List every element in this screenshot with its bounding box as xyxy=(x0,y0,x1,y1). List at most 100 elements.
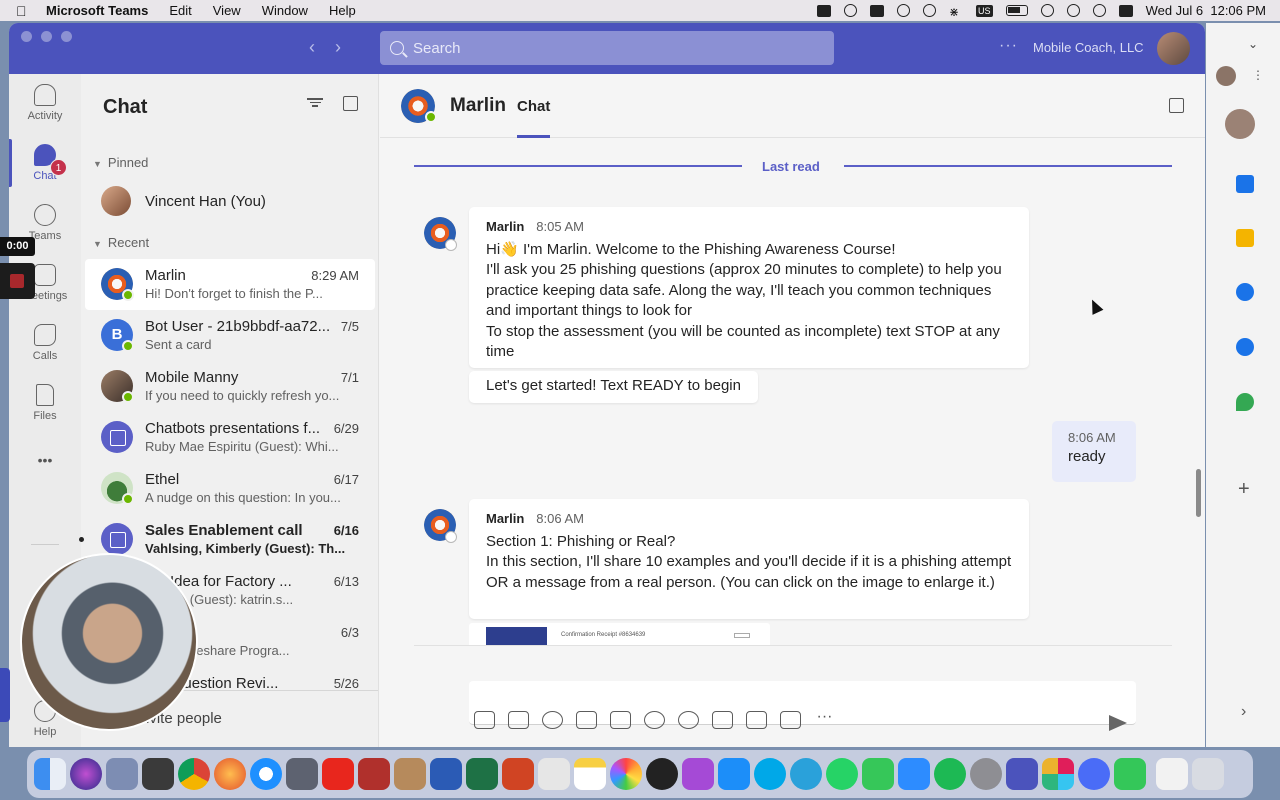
firefox-icon[interactable] xyxy=(214,758,246,790)
loop-icon[interactable] xyxy=(678,711,699,729)
gif-icon[interactable] xyxy=(576,711,597,729)
more-vertical-icon[interactable]: ⋮ xyxy=(1252,68,1264,82)
facetime-icon[interactable] xyxy=(1114,758,1146,790)
zoom-icon[interactable] xyxy=(898,758,930,790)
more-apps-button[interactable]: ••• xyxy=(9,452,81,468)
calculator-icon[interactable] xyxy=(142,758,174,790)
system-preferences-icon[interactable] xyxy=(970,758,1002,790)
finder-icon[interactable] xyxy=(34,758,66,790)
messages-icon[interactable] xyxy=(862,758,894,790)
message-image-attachment[interactable]: Confirmation Receipt #8634639 xyxy=(469,623,770,645)
telegram-icon[interactable] xyxy=(790,758,822,790)
message-bubble[interactable]: Marlin 8:05 AM Hi👋 I'm Marlin. Welcome to… xyxy=(469,207,1029,368)
wifi-icon[interactable] xyxy=(1040,4,1054,17)
teams-dock-icon[interactable] xyxy=(1006,758,1038,790)
rail-item-chat[interactable]: Chat 1 xyxy=(9,144,81,182)
battery-icon[interactable] xyxy=(1005,5,1028,16)
side-widget-edge[interactable] xyxy=(0,668,10,722)
apple-menu-icon[interactable]:  xyxy=(16,3,34,19)
scrollbar-thumb[interactable] xyxy=(1196,469,1201,517)
chat-item-mobile-manny[interactable]: Mobile Manny 7/1 If you need to quickly … xyxy=(85,361,375,412)
keep-app-icon[interactable] xyxy=(1236,229,1254,247)
sticker-icon[interactable] xyxy=(610,711,631,729)
drive-icon[interactable] xyxy=(870,4,885,17)
siri-icon[interactable] xyxy=(70,758,102,790)
stop-recording-button[interactable] xyxy=(0,263,35,299)
pinned-chat-item[interactable]: Vincent Han (You) xyxy=(85,179,375,225)
my-message-bubble[interactable]: 8:06 AM ready xyxy=(1052,421,1136,482)
play-icon[interactable] xyxy=(897,4,911,17)
forms-icon[interactable] xyxy=(746,711,767,729)
praise-icon[interactable] xyxy=(644,711,665,729)
downloads-stack-icon[interactable] xyxy=(1156,758,1188,790)
message-bubble[interactable]: Let's get started! Text READY to begin xyxy=(469,371,758,403)
photos-icon[interactable] xyxy=(610,758,642,790)
spotlight-search-icon[interactable] xyxy=(1092,4,1106,17)
user-icon[interactable] xyxy=(1066,4,1080,17)
settings-gear-icon[interactable] xyxy=(844,4,858,17)
acrobat-icon[interactable] xyxy=(322,758,354,790)
app-store-icon[interactable] xyxy=(718,758,750,790)
chat-item-chatbots-presentations[interactable]: Chatbots presentations f... 6/29 Ruby Ma… xyxy=(85,412,375,463)
chat-item-ethel[interactable]: Ethel 6/17 A nudge on this question: In … xyxy=(85,463,375,514)
whatsapp-icon[interactable] xyxy=(826,758,858,790)
close-window-button[interactable] xyxy=(21,31,32,42)
screenshot-app-icon[interactable] xyxy=(286,758,318,790)
spotify-icon[interactable] xyxy=(934,758,966,790)
format-icon[interactable] xyxy=(474,711,495,729)
notes-icon[interactable] xyxy=(574,758,606,790)
podcasts-icon[interactable] xyxy=(682,758,714,790)
forward-arrow-icon[interactable]: › xyxy=(335,37,341,58)
new-chat-icon[interactable] xyxy=(343,96,358,111)
maps-app-icon[interactable] xyxy=(1236,393,1254,411)
dictionary-icon[interactable] xyxy=(358,758,390,790)
chat-item-marlin[interactable]: Marlin 8:29 AM Hi! Don't forget to finis… xyxy=(85,259,375,310)
word-icon[interactable] xyxy=(430,758,462,790)
asana-icon[interactable] xyxy=(1078,758,1110,790)
pop-out-icon[interactable] xyxy=(1169,98,1184,113)
recent-section-header[interactable]: ▼ Recent xyxy=(93,235,149,250)
apps-icon[interactable] xyxy=(712,711,733,729)
webcam-video-overlay[interactable] xyxy=(20,553,198,731)
clock-datetime[interactable]: Wed Jul 6 12:06 PM xyxy=(1146,3,1266,18)
menu-window[interactable]: Window xyxy=(262,3,308,18)
profile-avatar[interactable] xyxy=(1225,109,1255,139)
back-arrow-icon[interactable]: ‹ xyxy=(309,37,315,58)
rail-item-activity[interactable]: Activity xyxy=(9,84,81,122)
rail-item-calls[interactable]: Calls xyxy=(9,324,81,362)
organization-name[interactable]: Mobile Coach, LLC xyxy=(1033,40,1144,55)
slack-icon[interactable] xyxy=(1042,758,1074,790)
contacts-app-icon[interactable] xyxy=(1236,338,1254,356)
background-avatar[interactable] xyxy=(1216,66,1236,86)
launchpad-icon[interactable] xyxy=(106,758,138,790)
chat-item-bot-user[interactable]: B Bot User - 21b9bbdf-aa72... 7/5 Sent a… xyxy=(85,310,375,361)
menu-help[interactable]: Help xyxy=(329,3,356,18)
headphones-icon[interactable] xyxy=(923,4,937,17)
chevron-right-icon[interactable]: › xyxy=(1241,703,1246,721)
more-options-icon[interactable]: ··· xyxy=(814,709,835,729)
zoom-window-button[interactable] xyxy=(61,31,72,42)
message-bubble[interactable]: Marlin 8:06 AM Section 1: Phishing or Rea… xyxy=(469,499,1029,619)
pinned-section-header[interactable]: ▼ Pinned xyxy=(93,155,148,170)
tasks-app-icon[interactable] xyxy=(1236,283,1254,301)
emoji-icon[interactable] xyxy=(542,711,563,729)
control-center-icon[interactable] xyxy=(1118,4,1133,17)
input-source-label[interactable]: US xyxy=(976,4,993,17)
contacts-book-icon[interactable] xyxy=(394,758,426,790)
calendar-app-icon[interactable] xyxy=(1236,175,1254,193)
filter-icon[interactable] xyxy=(307,96,323,110)
quicktime-icon[interactable] xyxy=(646,758,678,790)
chevron-down-icon[interactable]: ⌄ xyxy=(1248,37,1258,51)
add-icon[interactable]: + xyxy=(1238,478,1250,501)
menu-view[interactable]: View xyxy=(213,3,241,18)
chrome-icon[interactable] xyxy=(178,758,210,790)
bluetooth-icon[interactable]: ⋇ xyxy=(949,5,963,19)
menu-app-name[interactable]: Microsoft Teams xyxy=(46,3,148,18)
textedit-icon[interactable] xyxy=(538,758,570,790)
rail-item-files[interactable]: Files xyxy=(9,384,81,422)
settings-more-button[interactable]: ··· xyxy=(999,37,1018,55)
excel-icon[interactable] xyxy=(466,758,498,790)
minimize-window-button[interactable] xyxy=(41,31,52,42)
trash-icon[interactable] xyxy=(1192,758,1224,790)
tab-chat[interactable]: Chat xyxy=(517,98,550,115)
